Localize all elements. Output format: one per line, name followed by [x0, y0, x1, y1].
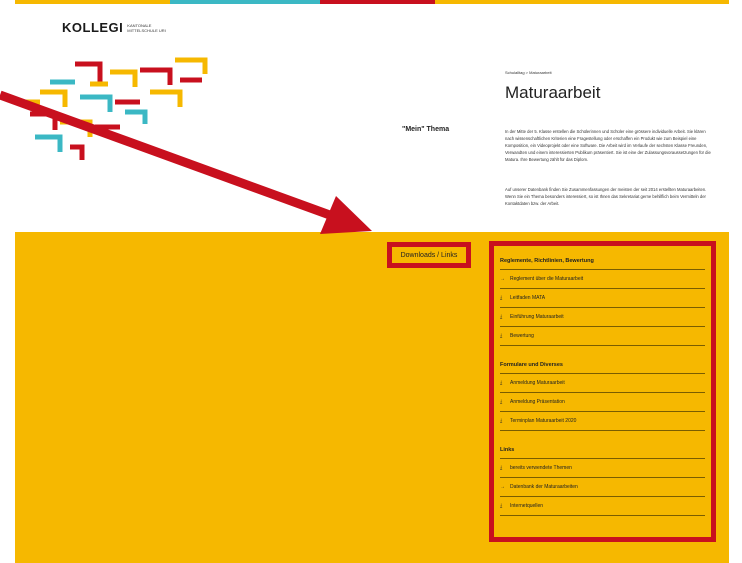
link-einfuehrung[interactable]: ⤓ Einführung Maturaarbeit — [500, 307, 705, 326]
left-frame — [0, 0, 15, 563]
downloads-section: Downloads / Links Reglemente, Richtlinie… — [15, 232, 729, 563]
download-icon: ⤓ — [500, 314, 503, 320]
link-label: Anmeldung Präsentation — [510, 399, 565, 405]
link-label: Internetquellen — [510, 503, 544, 509]
intro-paragraph-2: Auf unserer Datenbank finden Sie Zusamme… — [505, 187, 707, 206]
link-anmeldung-praesentation[interactable]: ⤓ Anmeldung Präsentation — [500, 392, 705, 411]
link-label: Terminplan Maturaarbeit 2020 — [510, 418, 577, 424]
download-icon: ⤓ — [500, 333, 503, 339]
link-verwendete-themen[interactable]: ⤓ bereits verwendete Themen — [500, 458, 705, 477]
group-title-links: Links — [500, 447, 515, 453]
site-logo[interactable]: KOLLEGI KANTONALE MITTELSCHULE URI — [62, 20, 166, 35]
arrow-right-icon: → — [500, 276, 505, 282]
link-label: Anmeldung Maturaarbeit — [510, 380, 565, 386]
link-label: Datenbank der Maturaarbeiten — [510, 484, 578, 490]
download-icon: ⤓ — [500, 503, 503, 509]
download-icon: ⤓ — [500, 465, 503, 471]
downloads-list: Reglemente, Richtlinien, Bewertung → Reg… — [489, 241, 716, 542]
link-bewertung[interactable]: ⤓ Bewertung — [500, 326, 705, 346]
link-label: Reglement über die Maturaarbeit — [510, 276, 584, 282]
group-title-forms: Formulare und Diverses — [500, 362, 563, 368]
intro-paragraph-1: In der Mitte der 5. Klasse erstellen die… — [505, 129, 711, 162]
logo-subtitle: KANTONALE MITTELSCHULE URI — [127, 22, 166, 33]
logo-wordmark: KOLLEGI — [62, 20, 124, 35]
arrow-right-icon: → — [500, 484, 505, 490]
download-icon: ⤓ — [500, 418, 503, 424]
group-title-regulations: Reglemente, Richtlinien, Bewertung — [500, 258, 594, 264]
download-icon: ⤓ — [500, 399, 503, 405]
link-label: Bewertung — [510, 333, 534, 339]
link-reglement[interactable]: → Reglement über die Maturaarbeit — [500, 269, 705, 288]
page-title: Maturaarbeit — [505, 83, 601, 102]
download-icon: ⤓ — [500, 295, 503, 301]
page: KOLLEGI KANTONALE MITTELSCHULE URI Schul… — [15, 0, 729, 563]
link-anmeldung-maturaarbeit[interactable]: ⤓ Anmeldung Maturaarbeit — [500, 373, 705, 392]
link-datenbank[interactable]: → Datenbank der Maturaarbeiten — [500, 477, 705, 496]
link-label: bereits verwendete Themen — [510, 465, 572, 471]
right-frame — [729, 0, 742, 563]
downloads-links-label[interactable]: Downloads / Links — [387, 242, 471, 268]
breadcrumb[interactable]: Schulalltag > Maturaarbeit — [505, 70, 552, 75]
link-terminplan[interactable]: ⤓ Terminplan Maturaarbeit 2020 — [500, 411, 705, 431]
link-internetquellen[interactable]: ⤓ Internetquellen — [500, 496, 705, 516]
download-icon: ⤓ — [500, 380, 503, 386]
link-label: Einführung Maturaarbeit — [510, 314, 564, 320]
color-topline — [15, 0, 729, 4]
link-leitfaden[interactable]: ⤓ Leitfaden MATA — [500, 288, 705, 307]
section-label: "Mein" Thema — [402, 126, 450, 133]
link-label: Leitfaden MATA — [510, 295, 546, 301]
decorative-pattern — [22, 57, 208, 160]
